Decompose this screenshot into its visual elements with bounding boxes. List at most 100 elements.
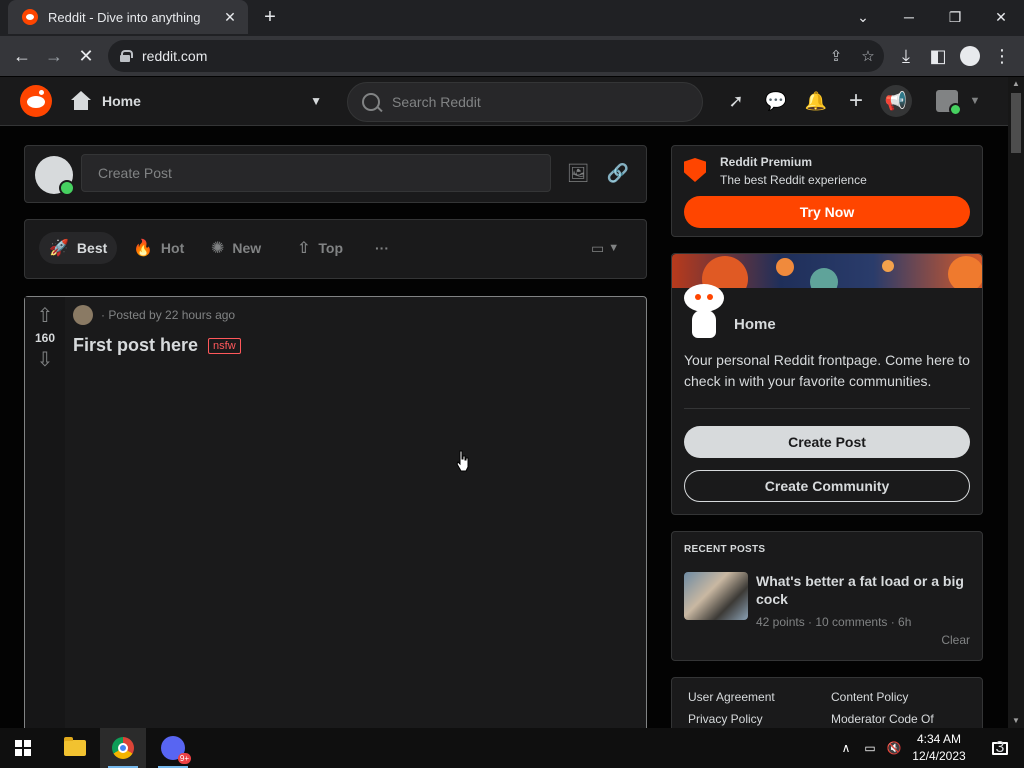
card-layout-icon: ▭ bbox=[591, 239, 605, 256]
poster-avatar[interactable] bbox=[73, 305, 93, 325]
premium-card: Reddit Premium The best Reddit experienc… bbox=[671, 145, 983, 237]
forward-icon[interactable]: → bbox=[38, 40, 70, 72]
tab-new[interactable]: ✺ New bbox=[201, 232, 271, 264]
chevron-down-icon: ▼ bbox=[310, 94, 322, 108]
tab-hot-label: Hot bbox=[160, 240, 185, 256]
profile-icon[interactable] bbox=[954, 40, 986, 72]
create-post-input[interactable]: Create Post bbox=[81, 154, 551, 192]
user-avatar bbox=[935, 90, 962, 116]
minimize-button[interactable]: ─ bbox=[886, 0, 932, 34]
upvote-icon[interactable]: ⇧ bbox=[37, 305, 54, 327]
clear-recent-button[interactable]: Clear bbox=[941, 633, 970, 647]
home-card-title: Home bbox=[734, 316, 776, 333]
post-score: 160 bbox=[34, 331, 56, 345]
scroll-up-icon[interactable]: ▲ bbox=[1008, 77, 1024, 91]
reddit-header: Home ▼ Search Reddit ➚ 💬 🔔 + 📢 ▼ bbox=[0, 77, 1008, 126]
advertise-megaphone-icon[interactable]: 📢 bbox=[880, 85, 912, 117]
network-icon[interactable]: ▭ bbox=[858, 728, 882, 768]
back-icon[interactable]: ← bbox=[6, 40, 38, 72]
discord-icon: 9+ bbox=[161, 736, 191, 764]
create-post-plus-icon[interactable]: + bbox=[840, 85, 872, 117]
user-menu-chevron-icon: ▼ bbox=[969, 95, 981, 107]
system-clock[interactable]: 4:34 AM 12/4/2023 bbox=[904, 731, 974, 765]
more-options-icon[interactable]: ··· bbox=[365, 232, 399, 264]
flame-icon: 🔥 bbox=[133, 240, 153, 257]
page-scrollbar[interactable]: ▲ ▼ bbox=[1008, 77, 1024, 728]
scrollbar-thumb[interactable] bbox=[1011, 93, 1021, 153]
file-explorer-button[interactable] bbox=[52, 728, 98, 768]
discord-taskbar-button[interactable]: 9+ bbox=[150, 728, 196, 768]
content-policy-link[interactable]: Content Policy bbox=[831, 690, 908, 704]
user-avatar[interactable] bbox=[35, 156, 75, 196]
image-upload-icon[interactable]: 🖼 bbox=[563, 158, 593, 188]
recent-posts-heading: RECENT POSTS bbox=[684, 544, 766, 555]
volume-muted-icon[interactable]: 🔇 bbox=[882, 728, 906, 768]
user-agreement-link[interactable]: User Agreement bbox=[688, 690, 775, 704]
chrome-menu-icon[interactable]: ⋮ bbox=[986, 40, 1018, 72]
reddit-logo-icon[interactable] bbox=[20, 85, 52, 117]
notifications-bell-icon[interactable]: 🔔 bbox=[800, 85, 832, 117]
home-dropdown[interactable]: Home ▼ bbox=[66, 83, 328, 119]
view-layout-dropdown[interactable]: ▭ ▼ bbox=[581, 232, 629, 264]
tab-close-icon[interactable]: ✕ bbox=[222, 9, 238, 26]
user-menu-dropdown[interactable]: ▼ bbox=[934, 85, 982, 117]
browser-tab-strip: Reddit - Dive into anything ✕ + ⌄ ─ ❐ ✕ bbox=[0, 0, 1024, 36]
lock-icon[interactable] bbox=[120, 50, 133, 62]
notification-count: 3 bbox=[995, 739, 1005, 756]
tab-search-icon[interactable]: ⌄ bbox=[840, 0, 886, 34]
restore-button[interactable]: ❐ bbox=[932, 0, 978, 34]
recent-post-thumbnail[interactable] bbox=[684, 572, 748, 620]
tab-new-label: New bbox=[232, 240, 262, 256]
close-window-button[interactable]: ✕ bbox=[978, 0, 1024, 34]
create-community-button[interactable]: Create Community bbox=[684, 470, 970, 502]
tab-top[interactable]: ⇧ Top bbox=[287, 232, 353, 264]
new-tab-button[interactable]: + bbox=[258, 5, 282, 29]
chrome-taskbar-button[interactable] bbox=[100, 728, 146, 768]
home-info-card: Home Your personal Reddit frontpage. Com… bbox=[671, 253, 983, 515]
browser-tab[interactable]: Reddit - Dive into anything ✕ bbox=[8, 0, 248, 34]
moderator-code-link[interactable]: Moderator Code Of bbox=[831, 712, 934, 726]
recent-posts-card: RECENT POSTS What's better a fat load or… bbox=[671, 531, 983, 661]
recent-post-meta: 42 points · 10 comments · 6h bbox=[756, 615, 912, 629]
top-chart-icon: ⇧ bbox=[297, 240, 311, 257]
popular-icon[interactable]: ➚ bbox=[720, 85, 752, 117]
divider bbox=[684, 408, 970, 409]
try-now-button[interactable]: Try Now bbox=[684, 196, 970, 228]
post-title[interactable]: First post here nsfw bbox=[73, 335, 241, 356]
start-button[interactable] bbox=[0, 728, 46, 768]
url-text[interactable]: reddit.com bbox=[142, 48, 820, 64]
home-icon bbox=[70, 91, 92, 111]
chrome-icon bbox=[112, 737, 134, 759]
tab-best-label: Best bbox=[76, 240, 108, 256]
recent-post-title[interactable]: What's better a fat load or a big cock bbox=[756, 572, 972, 608]
tab-hot[interactable]: 🔥 Hot bbox=[123, 232, 194, 264]
tab-best[interactable]: 🚀 Best bbox=[39, 232, 118, 264]
scroll-down-icon[interactable]: ▼ bbox=[1008, 714, 1024, 728]
discord-badge: 9+ bbox=[177, 753, 191, 764]
privacy-policy-link[interactable]: Privacy Policy bbox=[688, 712, 763, 726]
share-icon[interactable]: ⇪ bbox=[820, 40, 852, 72]
snoo-mascot-icon bbox=[684, 284, 724, 338]
bookmark-star-icon[interactable]: ☆ bbox=[852, 40, 884, 72]
post-card[interactable]: ⇧ 160 ⇩ · Posted by 22 hours ago First p… bbox=[24, 296, 647, 736]
download-icon[interactable]: ⤓ bbox=[890, 40, 922, 72]
chat-icon[interactable]: 💬 bbox=[760, 85, 792, 117]
sort-bar: 🚀 Best 🔥 Hot ✺ New ⇧ Top ··· ▭ ▼ bbox=[24, 219, 647, 279]
clock-date: 12/4/2023 bbox=[912, 749, 966, 763]
clock-time: 4:34 AM bbox=[916, 732, 962, 746]
search-icon bbox=[362, 93, 380, 111]
side-panel-icon[interactable]: ◧ bbox=[922, 40, 954, 72]
rocket-icon: 🚀 bbox=[49, 240, 69, 257]
downvote-icon[interactable]: ⇩ bbox=[37, 349, 54, 371]
address-bar[interactable]: reddit.com ⇪ ☆ bbox=[108, 40, 884, 72]
create-post-button[interactable]: Create Post bbox=[684, 426, 970, 458]
space-banner bbox=[672, 254, 982, 288]
link-icon[interactable]: 🔗 bbox=[603, 158, 633, 188]
search-input[interactable]: Search Reddit bbox=[347, 82, 703, 122]
stop-loading-icon[interactable]: ✕ bbox=[70, 40, 102, 72]
windows-taskbar: 9+ ∧ ▭ 🔇 4:34 AM 12/4/2023 3 bbox=[0, 728, 1024, 768]
home-label: Home bbox=[102, 93, 141, 109]
nsfw-badge: nsfw bbox=[208, 337, 241, 354]
show-hidden-icons-chevron-icon[interactable]: ∧ bbox=[836, 728, 856, 768]
post-title-text[interactable]: First post here bbox=[73, 335, 198, 356]
